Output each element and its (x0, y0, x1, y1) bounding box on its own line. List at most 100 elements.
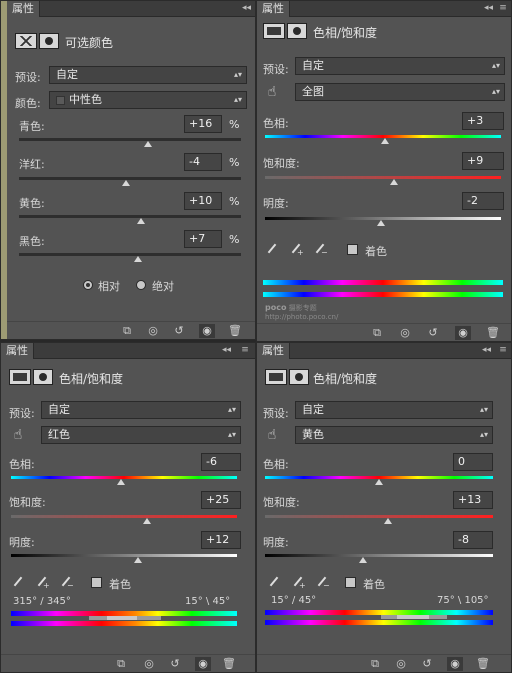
yellow-slider-track[interactable] (19, 215, 241, 218)
preset-select[interactable]: 自定 ▴▾ (295, 57, 505, 75)
black-slider-track[interactable] (19, 253, 241, 256)
trash-icon[interactable]: 🗑 (221, 657, 237, 671)
clip-to-layer-icon[interactable]: ⧉ (113, 657, 129, 671)
saturation-slider-track[interactable] (265, 515, 493, 518)
channel-select[interactable]: 全图 ▴▾ (295, 83, 505, 101)
saturation-input[interactable]: +25 (201, 491, 241, 509)
mask-icon[interactable] (287, 23, 307, 39)
saturation-slider-track[interactable] (11, 515, 237, 518)
view-previous-icon[interactable]: ◎ (141, 657, 157, 671)
lightness-slider-thumb[interactable] (359, 557, 368, 563)
lightness-slider-thumb[interactable] (133, 557, 142, 563)
eyedropper-plus-icon[interactable]: + (35, 575, 50, 590)
color-range-core[interactable] (107, 616, 137, 620)
tab-properties[interactable]: 属性 (7, 1, 40, 17)
lightness-input[interactable]: -2 (462, 192, 504, 210)
hue-input[interactable]: +3 (462, 112, 504, 130)
lightness-slider-track[interactable] (11, 554, 237, 557)
magenta-slider-track[interactable] (19, 177, 241, 180)
preset-select[interactable]: 自定 ▴▾ (49, 66, 247, 84)
relative-radio[interactable] (83, 280, 93, 290)
eyedropper-minus-icon[interactable]: − (59, 575, 74, 590)
eyedropper-minus-icon[interactable]: − (313, 242, 328, 257)
lightness-input[interactable]: -8 (453, 531, 493, 549)
reset-icon[interactable]: ↺ (419, 657, 435, 671)
yellow-slider-thumb[interactable] (137, 218, 146, 224)
absolute-radio[interactable] (136, 280, 146, 290)
mask-icon[interactable] (39, 33, 59, 49)
hue-input[interactable]: 0 (453, 453, 493, 471)
eyedropper-plus-icon[interactable]: + (289, 242, 304, 257)
view-previous-icon[interactable]: ◎ (145, 324, 161, 338)
saturation-input[interactable]: +9 (462, 152, 504, 170)
on-image-adjust-hand-icon[interactable]: ☝ (263, 426, 281, 444)
tab-properties[interactable]: 属性 (1, 343, 34, 359)
lightness-slider-thumb[interactable] (376, 220, 385, 226)
yellow-input[interactable]: +10 (184, 192, 222, 210)
lightness-slider-track[interactable] (265, 554, 493, 557)
hue-slider-thumb[interactable] (375, 479, 383, 485)
channel-select[interactable]: 黄色 ▴▾ (295, 426, 493, 444)
collapse-icon[interactable]: ◂◂ (482, 343, 491, 359)
color-range-core[interactable] (397, 615, 429, 619)
color-range-slider[interactable] (381, 615, 447, 619)
eyedropper-plus-icon[interactable]: + (291, 575, 306, 590)
colorize-checkbox[interactable] (345, 577, 356, 588)
on-image-adjust-hand-icon[interactable]: ☝ (9, 426, 27, 444)
view-previous-icon[interactable]: ◎ (393, 657, 409, 671)
saturation-slider-thumb[interactable] (142, 518, 151, 524)
eyedropper-icon[interactable] (11, 575, 25, 589)
magenta-input[interactable]: -4 (184, 153, 222, 171)
cyan-input[interactable]: +16 (184, 115, 222, 133)
input-spectrum-bar (263, 280, 503, 285)
preset-select[interactable]: 自定 ▴▾ (295, 401, 493, 419)
reset-icon[interactable]: ↺ (425, 326, 441, 340)
hue-input[interactable]: -6 (201, 453, 241, 471)
panel-menu-icon[interactable]: ≡ (239, 345, 251, 356)
eyedropper-minus-icon[interactable]: − (315, 575, 330, 590)
trash-icon[interactable]: 🗑 (485, 326, 501, 340)
collapse-icon[interactable]: ◂◂ (242, 1, 251, 17)
reset-icon[interactable]: ↺ (171, 324, 187, 338)
channel-select[interactable]: 红色 ▴▾ (41, 426, 241, 444)
trash-icon[interactable]: 🗑 (227, 324, 243, 338)
mask-icon[interactable] (33, 369, 53, 385)
black-slider-thumb[interactable] (133, 256, 142, 262)
reset-icon[interactable]: ↺ (167, 657, 183, 671)
colorize-checkbox[interactable] (91, 577, 102, 588)
on-image-adjust-hand-icon[interactable]: ☝ (263, 83, 281, 101)
cyan-slider-thumb[interactable] (143, 141, 152, 147)
eyedropper-icon[interactable] (267, 575, 281, 589)
tab-properties[interactable]: 属性 (257, 343, 290, 359)
mask-icon[interactable] (289, 369, 309, 385)
cyan-slider-track[interactable] (19, 138, 241, 141)
clip-to-layer-icon[interactable]: ⧉ (369, 326, 385, 340)
saturation-slider-thumb[interactable] (384, 518, 393, 524)
black-input[interactable]: +7 (184, 230, 222, 248)
clip-to-layer-icon[interactable]: ⧉ (119, 324, 135, 338)
visibility-eye-icon[interactable]: ◉ (199, 324, 215, 338)
panel-menu-icon[interactable]: ≡ (497, 3, 509, 14)
colorize-checkbox[interactable] (347, 244, 358, 255)
visibility-eye-icon[interactable]: ◉ (447, 657, 463, 671)
hue-label: 色相: (263, 117, 289, 130)
hue-slider-thumb[interactable] (116, 479, 125, 485)
visibility-eye-icon[interactable]: ◉ (195, 657, 211, 671)
saturation-slider-thumb[interactable] (389, 179, 398, 185)
saturation-input[interactable]: +13 (453, 491, 493, 509)
panel-menu-icon[interactable]: ≡ (497, 345, 509, 356)
hue-slider-thumb[interactable] (381, 138, 390, 144)
eyedropper-icon[interactable] (265, 242, 279, 256)
trash-icon[interactable]: 🗑 (475, 657, 491, 671)
clip-to-layer-icon[interactable]: ⧉ (367, 657, 383, 671)
lightness-input[interactable]: +12 (201, 531, 241, 549)
view-previous-icon[interactable]: ◎ (397, 326, 413, 340)
magenta-slider-thumb[interactable] (121, 180, 130, 186)
colors-select[interactable]: 中性色 ▴▾ (49, 91, 247, 109)
collapse-icon[interactable]: ◂◂ (222, 343, 231, 359)
preset-select[interactable]: 自定 ▴▾ (41, 401, 241, 419)
color-range-slider[interactable] (89, 616, 161, 620)
saturation-slider-track[interactable] (265, 176, 501, 179)
preset-select-value: 自定 (302, 403, 324, 416)
visibility-eye-icon[interactable]: ◉ (455, 326, 471, 340)
